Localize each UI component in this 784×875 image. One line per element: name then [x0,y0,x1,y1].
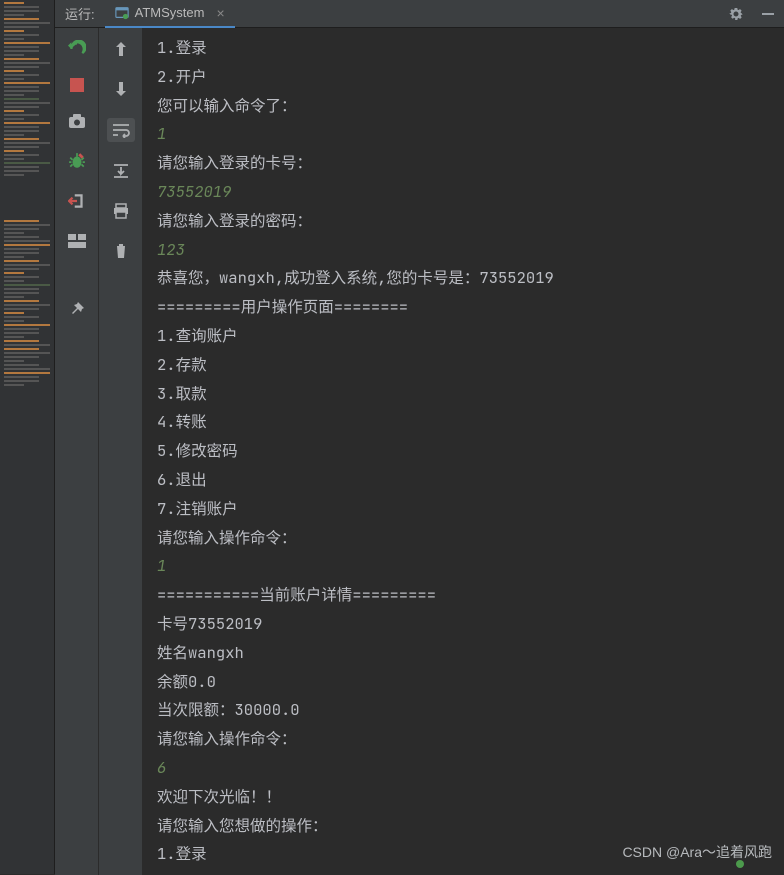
console-input-line: 123 [157,236,770,265]
scroll-to-end-icon[interactable] [110,160,132,182]
console-output-line: 请您输入登录的卡号： [157,149,770,178]
console-output-line: 2.存款 [157,351,770,380]
editor-minimap[interactable] [0,0,55,874]
console-output-line: 请您输入操作命令： [157,524,770,553]
console-output-line: 姓名wangxh [157,639,770,668]
console-output-line: ===========当前账户详情========= [157,581,770,610]
down-arrow-icon[interactable] [110,78,132,100]
close-tab-icon[interactable]: × [210,5,224,21]
console-output-line: 7.注销账户 [157,495,770,524]
console-output-line: 4.转账 [157,408,770,437]
run-left-toolbar [55,28,99,875]
console-output-line: 恭喜您，wangxh,成功登入系统,您的卡号是：73552019 [157,264,770,293]
console-output-line: 2.开户 [157,63,770,92]
exit-icon[interactable] [66,190,88,212]
pin-icon[interactable] [66,298,88,320]
console-output-line: 欢迎下次光临！！ [157,783,770,812]
layout-icon[interactable] [66,230,88,252]
run-tab[interactable]: ATMSystem × [105,0,235,28]
console-output-line: 余额0.0 [157,668,770,697]
console-input-line: 73552019 [157,178,770,207]
watermark: CSDN @Ara～追着风跑 [622,842,772,862]
trash-icon[interactable] [110,240,132,262]
status-dot-icon [736,860,744,868]
console-output-line: 1.登录 [157,34,770,63]
console-output-line: 请您输入操作命令： [157,725,770,754]
settings-icon[interactable] [726,4,746,24]
console-output-line: 当次限额：30000.0 [157,696,770,725]
run-tool-header: 运行: ATMSystem × [55,0,784,28]
console-input-line: 6 [157,754,770,783]
run-label: 运行: [55,4,105,23]
run-config-icon [115,6,129,20]
debug-icon[interactable] [66,150,88,172]
run-tab-title: ATMSystem [135,5,205,20]
stop-icon[interactable] [70,78,84,92]
console-output-line: 请您输入登录的密码： [157,207,770,236]
minimize-icon[interactable] [758,4,778,24]
console-output-line: 请您输入您想做的操作： [157,812,770,841]
console-output-line: 1.查询账户 [157,322,770,351]
rerun-icon[interactable] [66,38,88,60]
up-arrow-icon[interactable] [110,38,132,60]
console-output-line: =========用户操作页面======== [157,293,770,322]
soft-wrap-icon[interactable] [107,118,135,142]
console-output-line: 6.退出 [157,466,770,495]
console-output[interactable]: 1.登录2.开户您可以输入命令了：1请您输入登录的卡号：73552019请您输入… [143,28,784,875]
console-output-line: 5.修改密码 [157,437,770,466]
console-input-line: 1 [157,552,770,581]
console-toolbar [99,28,143,875]
console-output-line: 您可以输入命令了： [157,92,770,121]
console-input-line: 1 [157,120,770,149]
console-output-line: 卡号73552019 [157,610,770,639]
print-icon[interactable] [110,200,132,222]
console-output-line: 3.取款 [157,380,770,409]
camera-icon[interactable] [66,110,88,132]
